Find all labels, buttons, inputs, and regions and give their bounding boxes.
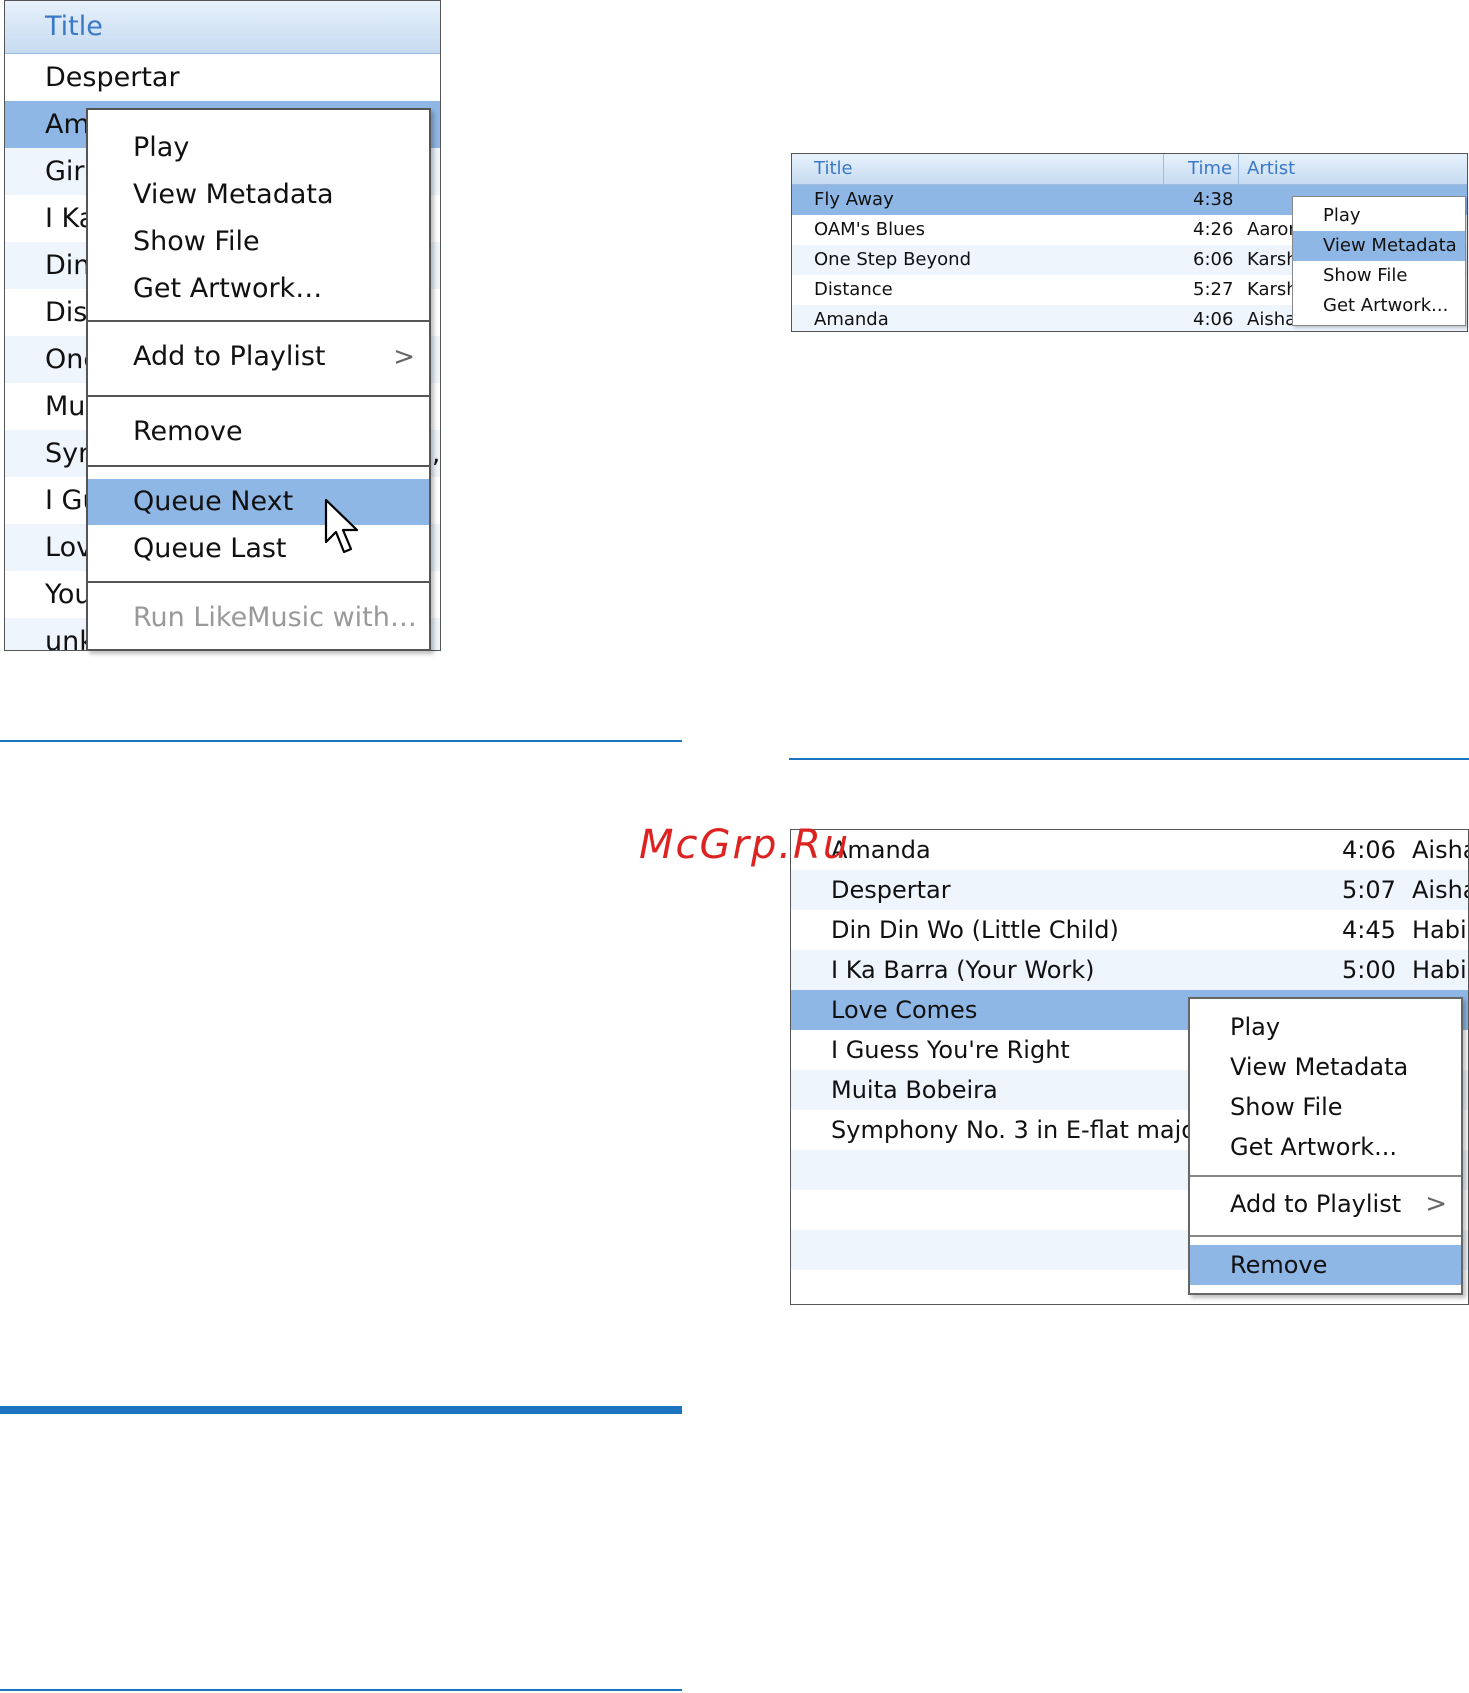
context-menu: Play View Metadata Show File Get Artwork… bbox=[1292, 196, 1466, 326]
add-to-playlist-label: Add to Playlist bbox=[1230, 1190, 1402, 1218]
context-menu: Play View Metadata Show File Get Artwork… bbox=[86, 108, 431, 651]
track-artist: Aisha bbox=[1412, 836, 1468, 864]
track-title: Din Din Wo (Little Child) bbox=[831, 916, 1119, 944]
menu-item-queue-last[interactable]: Queue Last bbox=[88, 526, 429, 572]
title-header-label: Title bbox=[45, 11, 103, 42]
track-title: Symphony No. 3 in E-flat major bbox=[831, 1116, 1206, 1144]
menu-item-remove[interactable]: Remove bbox=[88, 409, 429, 455]
track-time: 5:00 bbox=[1342, 956, 1396, 984]
menu-separator bbox=[88, 395, 429, 397]
track-title: I Ka Barra (Your Work) bbox=[831, 956, 1095, 984]
menu-item-play[interactable]: Play bbox=[1293, 201, 1465, 231]
menu-separator bbox=[88, 320, 429, 322]
menu-item-get-artwork[interactable]: Get Artwork… bbox=[88, 266, 429, 312]
track-artist: Karsh bbox=[1247, 279, 1298, 300]
track-title: Muita Bobeira bbox=[831, 1076, 998, 1104]
track-time: 5:07 bbox=[1342, 876, 1396, 904]
section-rule bbox=[789, 758, 1469, 760]
track-title: Amanda bbox=[814, 309, 889, 330]
section-rule bbox=[0, 1689, 682, 1691]
menu-item-add-to-playlist[interactable]: Add to Playlist > bbox=[88, 334, 429, 380]
menu-item-play[interactable]: Play bbox=[88, 125, 429, 171]
track-title: Fly Away bbox=[814, 189, 894, 210]
menu-separator bbox=[88, 581, 429, 583]
track-artist: Aisha bbox=[1412, 876, 1468, 904]
table-row[interactable]: Amanda 4:06 Aisha bbox=[791, 830, 1468, 870]
table-row[interactable]: I Ka Barra (Your Work) 5:00 Habi bbox=[791, 950, 1468, 990]
table-row[interactable]: Despertar 5:07 Aisha bbox=[791, 870, 1468, 910]
menu-item-show-file[interactable]: Show File bbox=[88, 219, 429, 265]
column-header-bar: Title Time Artist bbox=[792, 154, 1467, 185]
stray-comma: , bbox=[432, 439, 441, 469]
chevron-right-icon: > bbox=[1425, 1189, 1447, 1219]
track-time: 4:06 bbox=[1193, 309, 1234, 330]
menu-separator bbox=[1190, 1235, 1461, 1237]
track-artist: Habi bbox=[1412, 956, 1467, 984]
menu-item-show-file[interactable]: Show File bbox=[1293, 261, 1465, 291]
time-column-header[interactable]: Time bbox=[1188, 158, 1232, 179]
table-row[interactable]: Din Din Wo (Little Child) 4:45 Habi bbox=[791, 910, 1468, 950]
column-divider bbox=[1163, 154, 1164, 184]
table-row[interactable]: Despertar bbox=[5, 54, 440, 101]
menu-item-get-artwork[interactable]: Get Artwork... bbox=[1190, 1127, 1461, 1167]
menu-item-view-metadata[interactable]: View Metadata bbox=[88, 172, 429, 218]
track-time: 4:45 bbox=[1342, 916, 1396, 944]
context-menu: Play View Metadata Show File Get Artwork… bbox=[1188, 997, 1463, 1295]
artist-column-header[interactable]: Artist bbox=[1247, 158, 1295, 179]
menu-item-show-file[interactable]: Show File bbox=[1190, 1087, 1461, 1127]
menu-item-get-artwork[interactable]: Get Artwork... bbox=[1293, 291, 1465, 321]
menu-separator bbox=[1190, 1175, 1461, 1177]
track-title: Love Comes bbox=[831, 996, 978, 1024]
track-title: Despertar bbox=[831, 876, 951, 904]
track-time: 4:06 bbox=[1342, 836, 1396, 864]
column-divider bbox=[1238, 154, 1239, 184]
track-time: 4:38 bbox=[1193, 189, 1234, 210]
track-title: OAM's Blues bbox=[814, 219, 925, 240]
menu-separator bbox=[88, 465, 429, 467]
watermark-text: McGrp.Ru bbox=[639, 822, 851, 868]
menu-item-add-to-playlist[interactable]: Add to Playlist > bbox=[1190, 1184, 1461, 1224]
title-column-header[interactable]: Title bbox=[814, 158, 853, 179]
section-rule bbox=[0, 740, 682, 742]
track-time: 4:26 bbox=[1193, 219, 1234, 240]
menu-item-run-likemusic: Run LikeMusic with… bbox=[133, 602, 417, 633]
track-title: Distance bbox=[814, 279, 893, 300]
section-rule-thick bbox=[0, 1406, 682, 1414]
menu-item-view-metadata[interactable]: View Metadata bbox=[1190, 1047, 1461, 1087]
menu-item-remove[interactable]: Remove bbox=[1190, 1245, 1461, 1285]
menu-item-queue-next[interactable]: Queue Next bbox=[88, 479, 429, 525]
title-column-header[interactable]: Title bbox=[5, 1, 440, 54]
arrow-cursor-icon bbox=[324, 498, 359, 554]
track-title: I Guess You're Right bbox=[831, 1036, 1070, 1064]
track-time: 6:06 bbox=[1193, 249, 1234, 270]
track-time: 5:27 bbox=[1193, 279, 1234, 300]
track-title: One Step Beyond bbox=[814, 249, 971, 270]
menu-item-play[interactable]: Play bbox=[1190, 1007, 1461, 1047]
track-artist: Habi bbox=[1412, 916, 1467, 944]
track-artist: Karsh bbox=[1247, 249, 1298, 270]
add-to-playlist-label: Add to Playlist bbox=[133, 341, 326, 372]
menu-item-view-metadata[interactable]: View Metadata bbox=[1293, 231, 1465, 261]
track-artist: Aisha bbox=[1247, 309, 1297, 330]
chevron-right-icon: > bbox=[393, 342, 415, 372]
